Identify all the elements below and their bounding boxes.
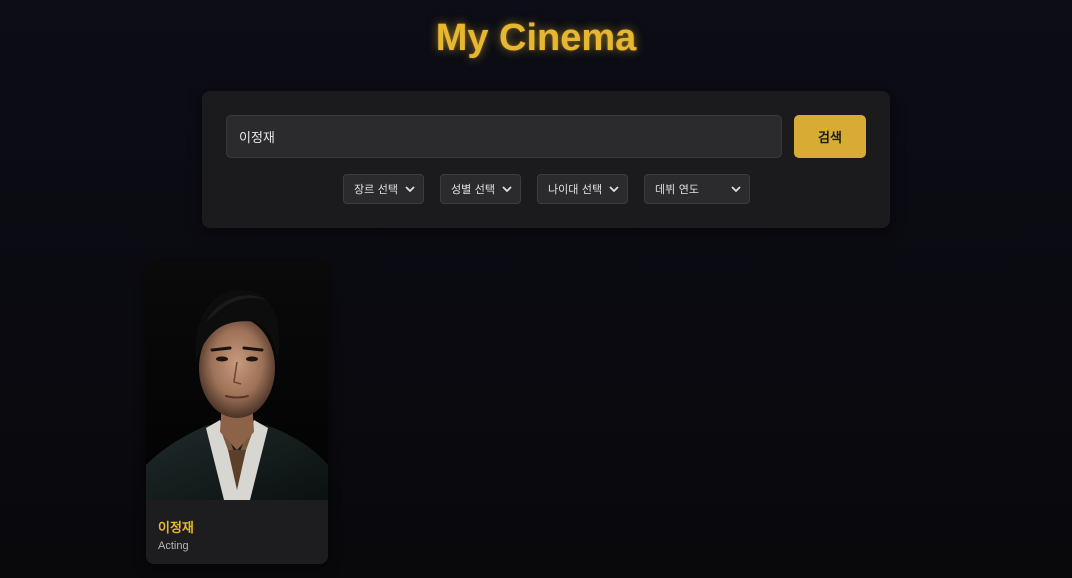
genre-select[interactable]: 장르 선택 [343,174,424,204]
actor-name: 이정재 [158,521,194,536]
gender-select-label: 성별 선택 [451,183,495,196]
chevron-down-icon [502,184,512,194]
debut-year-select[interactable]: 데뷔 연도 [644,174,750,204]
age-select-label: 나이대 선택 [548,183,603,196]
chevron-down-icon [609,184,619,194]
chevron-down-icon [405,184,415,194]
search-panel: 검색 장르 선택 성별 선택 나이대 선택 데뷔 연도 [202,91,890,228]
actor-photo [146,260,328,500]
search-input[interactable] [226,115,782,158]
debut-year-select-label: 데뷔 연도 [655,183,699,196]
actor-department: Acting [158,540,189,552]
age-select[interactable]: 나이대 선택 [537,174,628,204]
gender-select[interactable]: 성별 선택 [440,174,521,204]
site-title: My Cinema [435,17,637,59]
genre-select-label: 장르 선택 [354,183,398,196]
chevron-down-icon [731,184,741,194]
search-button[interactable]: 검색 [794,115,866,158]
actor-card[interactable]: 이정재 Acting [146,260,328,564]
